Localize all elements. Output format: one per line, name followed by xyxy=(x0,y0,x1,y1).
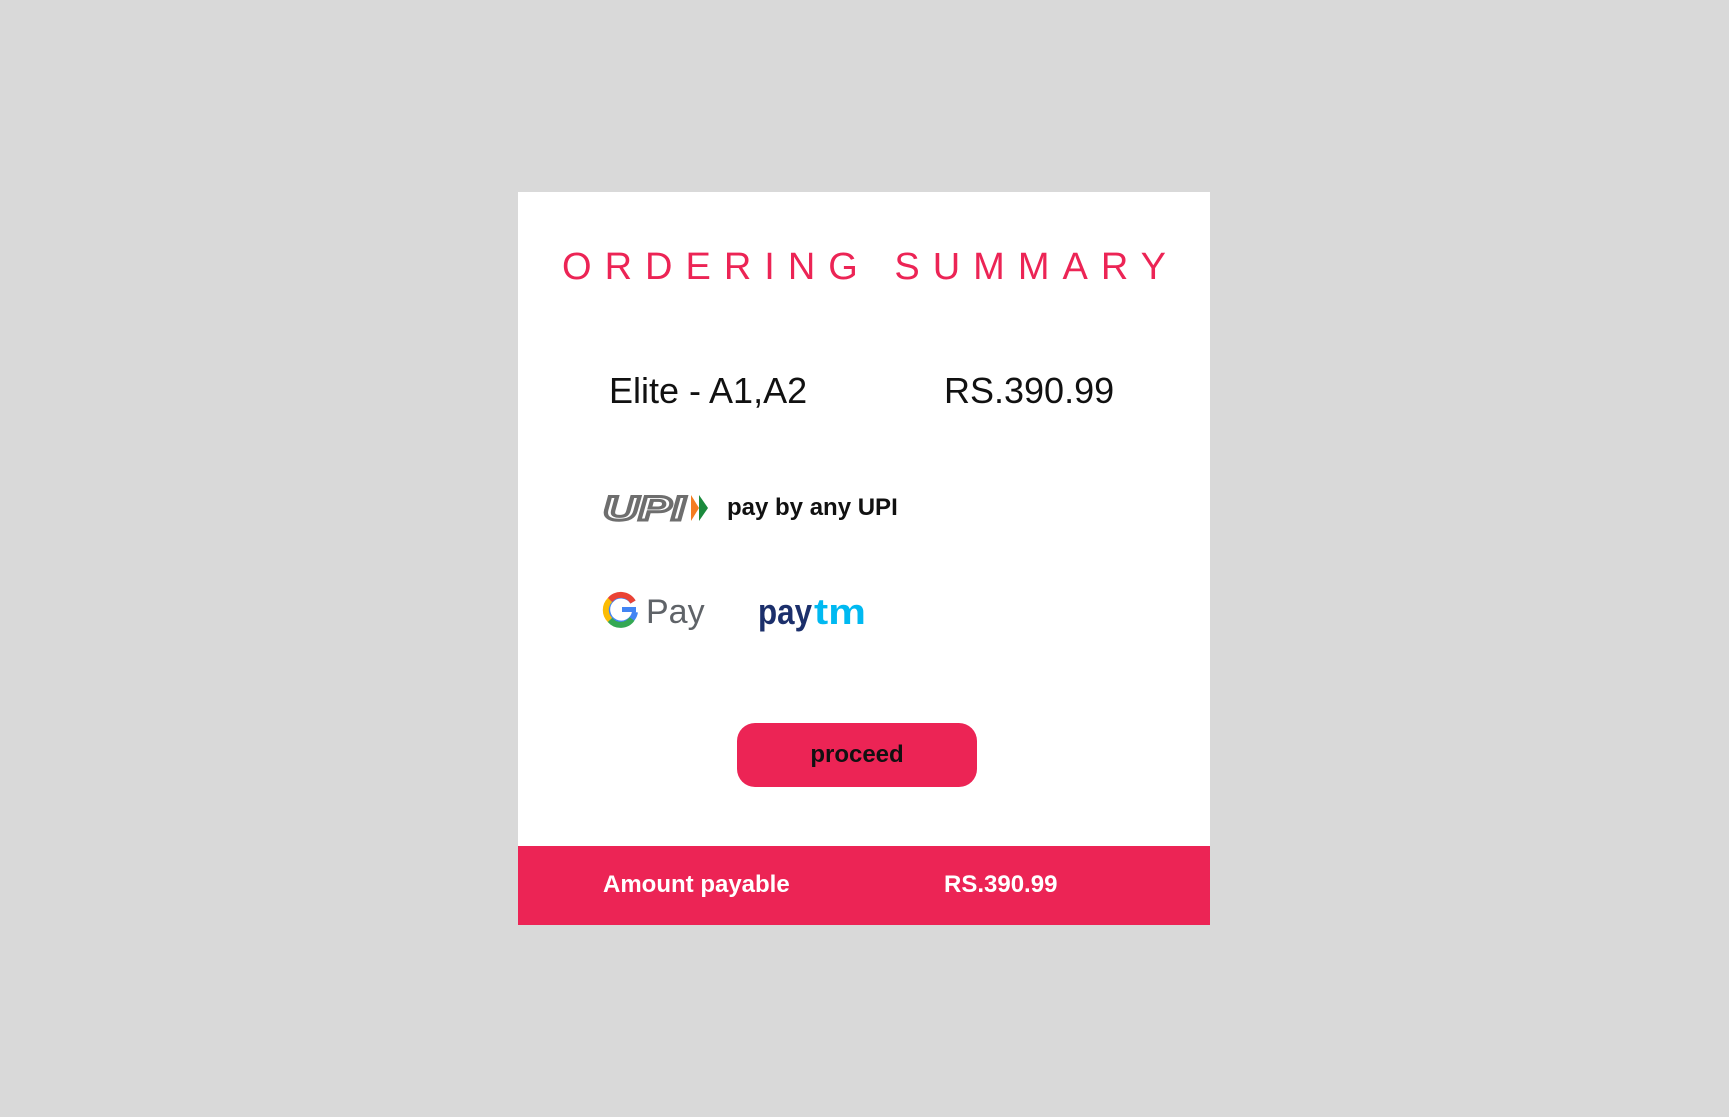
amount-payable-bar: Amount payable RS.390.99 xyxy=(518,846,1210,925)
upi-option-label: pay by any UPI xyxy=(727,494,898,521)
order-item-price: RS.390.99 xyxy=(944,370,1115,411)
upi-logo-icon: UPI xyxy=(603,491,708,525)
proceed-button[interactable]: proceed xyxy=(737,723,977,787)
paytm-logo-icon[interactable]: pay tm xyxy=(758,590,870,634)
svg-text:Pay: Pay xyxy=(646,593,705,631)
svg-text:pay: pay xyxy=(758,591,812,632)
svg-text:UPI: UPI xyxy=(603,491,687,525)
svg-text:tm: tm xyxy=(814,591,866,632)
order-item-name: Elite - A1,A2 xyxy=(609,370,808,411)
upi-payment-option[interactable]: UPI pay by any UPI xyxy=(603,488,898,528)
amount-payable-value: RS.390.99 xyxy=(944,871,1058,898)
order-summary-card: ORDERING SUMMARY Elite - A1,A2 RS.390.99… xyxy=(518,192,1210,925)
google-pay-logo-icon[interactable]: Pay xyxy=(602,588,714,634)
page-title: ORDERING SUMMARY xyxy=(562,246,1179,288)
amount-payable-label: Amount payable xyxy=(603,871,790,898)
